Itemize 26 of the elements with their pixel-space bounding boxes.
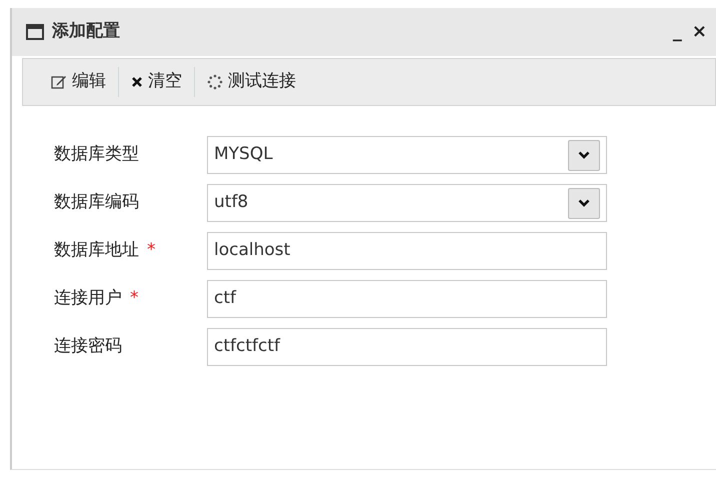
field-label: 数据库类型 (54, 143, 139, 166)
select-field[interactable]: utf8 (207, 184, 607, 222)
field-label: 数据库地址 (54, 239, 139, 262)
minimize-button[interactable]: _ (670, 23, 685, 41)
close-button[interactable]: × (688, 23, 710, 41)
field-label: 数据库编码 (54, 191, 139, 214)
field-label: 连接密码 (54, 335, 122, 358)
input-field[interactable]: ctfctfctf (207, 328, 607, 366)
required-mark: * (147, 239, 156, 262)
window-title: 添加配置 (52, 20, 120, 44)
input-field[interactable]: localhost (207, 232, 607, 270)
input-field[interactable]: ctf (207, 280, 607, 318)
edit-icon (51, 74, 67, 90)
dropdown-button[interactable] (568, 188, 600, 218)
toolbar-button[interactable]: 清空 (119, 69, 194, 95)
close-icon (131, 76, 143, 88)
chevron-down-icon (578, 151, 590, 159)
select-field[interactable]: MYSQL (207, 136, 607, 174)
toolbar-button[interactable]: 测试连接 (195, 69, 308, 95)
spinner-icon (207, 74, 223, 90)
window-icon (26, 24, 44, 40)
field-label: 连接用户 (54, 287, 122, 310)
chevron-down-icon (578, 199, 590, 207)
dropdown-button[interactable] (568, 140, 600, 170)
toolbar-button[interactable]: 编辑 (39, 69, 118, 95)
required-mark: * (130, 287, 138, 310)
